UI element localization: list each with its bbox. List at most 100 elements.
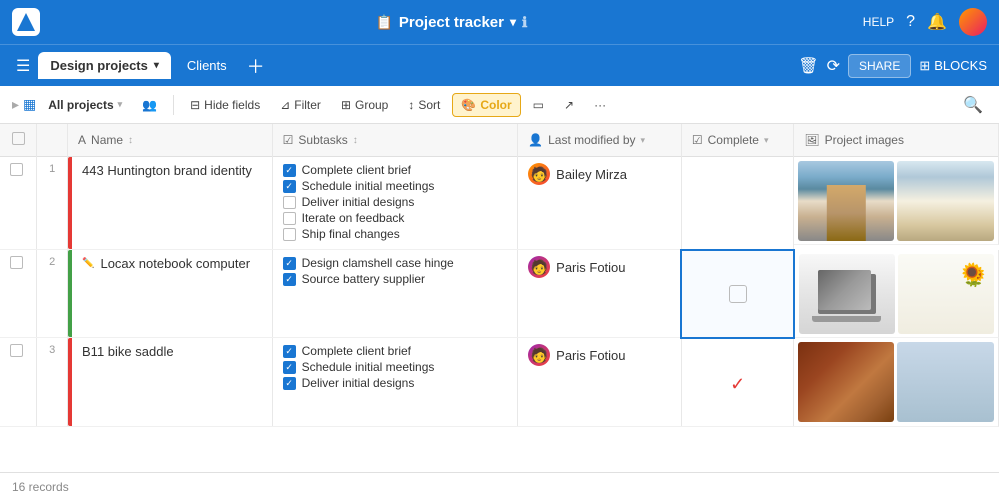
subtask-checkbox[interactable] — [283, 228, 296, 241]
table-row: 2 ✏️ Locax notebook computer Design clam… — [0, 250, 999, 338]
subtask-label: Complete client brief — [302, 344, 411, 358]
people-icon: 👥 — [142, 98, 157, 112]
header-modified-col[interactable]: 👤 Last modified by ▾ — [518, 124, 682, 157]
project-tracker-title: Project tracker — [399, 14, 504, 31]
row2-checkbox-cell — [0, 250, 37, 338]
row1-indicator — [68, 157, 72, 249]
complete-col-label: Complete — [708, 133, 759, 147]
row2-checkbox[interactable] — [10, 256, 23, 269]
search-button[interactable]: 🔍 — [959, 91, 987, 119]
grid-icon[interactable]: ▦ — [23, 96, 36, 113]
row2-num: 2 — [49, 256, 55, 268]
row1-image-1 — [798, 161, 894, 241]
subtask-item: Complete client brief — [283, 344, 508, 358]
tab-design-projects[interactable]: Design projects ▾ — [38, 52, 171, 79]
header-name-col[interactable]: A Name ↕ — [68, 124, 273, 157]
tab-design-dropdown[interactable]: ▾ — [154, 60, 159, 71]
name-col-label: Name — [91, 133, 123, 147]
app-logo[interactable] — [12, 8, 40, 36]
filter-button[interactable]: ⊿ Filter — [272, 94, 329, 116]
row1-name-cell[interactable]: 443 Huntington brand identity — [68, 157, 273, 250]
row2-complete-cell[interactable] — [681, 250, 794, 338]
row1-avatar: 🧑 — [528, 163, 550, 185]
subtasks-col-header: ☑ Subtasks ↕ — [283, 133, 508, 147]
group-label: Group — [355, 98, 388, 112]
subtask-checkbox[interactable] — [283, 257, 296, 270]
complete-col-header: ☑ Complete ▾ — [692, 133, 784, 147]
hamburger-button[interactable]: ☰ — [12, 52, 34, 80]
row1-num: 1 — [49, 163, 55, 175]
bell-icon[interactable]: 🔔 — [927, 12, 947, 32]
subtask-checkbox[interactable] — [283, 212, 296, 225]
group-button[interactable]: ⊞ Group — [333, 94, 396, 116]
subtask-checkbox[interactable] — [283, 361, 296, 374]
expand-icon[interactable]: ▸ — [12, 96, 19, 113]
more-options-button[interactable]: ··· — [586, 94, 614, 116]
sort-label: Sort — [418, 98, 440, 112]
subtask-checkbox[interactable] — [283, 196, 296, 209]
filter-label: Filter — [294, 98, 321, 112]
hide-icon: ⊟ — [190, 98, 200, 112]
row2-avatar: 🧑 — [528, 256, 550, 278]
people-icon-button[interactable]: 👥 — [134, 94, 165, 116]
add-tab-button[interactable]: ＋ — [243, 49, 269, 83]
subtask-checkbox[interactable] — [283, 180, 296, 193]
subtask-checkbox[interactable] — [283, 164, 296, 177]
search-icon: 🔍 — [963, 95, 983, 115]
row3-checkbox[interactable] — [10, 344, 23, 357]
table-row: 3 B11 bike saddle Complete client brief — [0, 338, 999, 427]
table-row: 1 443 Huntington brand identity Complete… — [0, 157, 999, 250]
title-dropdown-arrow[interactable]: ▾ — [510, 15, 516, 29]
sort-icon: ↕ — [408, 98, 414, 112]
row1-checkbox[interactable] — [10, 163, 23, 176]
row3-num-cell: 3 — [37, 338, 68, 427]
table-container[interactable]: A Name ↕ ☑ Subtasks ↕ — [0, 124, 999, 472]
subtask-checkbox[interactable] — [283, 273, 296, 286]
row2-complete-checkbox[interactable] — [729, 285, 747, 303]
row3-subtasks-cell: Complete client brief Schedule initial m… — [272, 338, 518, 427]
row2-modified-cell: 🧑 Paris Fotiou — [518, 250, 682, 338]
name-col-header: A Name ↕ — [78, 133, 262, 147]
nav-right: HELP ? 🔔 — [863, 8, 987, 36]
row3-avatar: 🧑 — [528, 344, 550, 366]
blocks-button[interactable]: ⊞ BLOCKS — [919, 58, 987, 74]
subtask-item: Deliver initial designs — [283, 376, 508, 390]
help-icon[interactable]: ? — [906, 13, 915, 31]
images-col-icon: 🖼 — [804, 133, 819, 147]
row2-name-cell[interactable]: ✏️ Locax notebook computer — [68, 250, 273, 338]
flower-decoration: 🌻 — [958, 262, 985, 288]
trash-icon[interactable]: 🗑 — [798, 56, 818, 76]
header-images-col[interactable]: 🖼 Project images — [794, 124, 999, 157]
layout-toggle-button[interactable]: ▭ — [525, 94, 552, 116]
tab-clients[interactable]: Clients — [175, 52, 239, 79]
all-projects-button[interactable]: All projects ▾ — [40, 94, 130, 116]
header-subtasks-col[interactable]: ☑ Subtasks ↕ — [272, 124, 518, 157]
modified-col-label: Last modified by — [548, 133, 635, 147]
select-all-checkbox[interactable] — [12, 132, 25, 145]
help-label[interactable]: HELP — [863, 15, 894, 29]
color-icon: 🎨 — [461, 98, 476, 112]
share-button[interactable]: SHARE — [848, 54, 911, 78]
row1-images-cell — [794, 157, 998, 245]
row2-name-container: ✏️ Locax notebook computer — [82, 256, 262, 271]
hide-fields-button[interactable]: ⊟ Hide fields — [182, 94, 268, 116]
color-button[interactable]: 🎨 Color — [452, 93, 520, 117]
name-sort-icon: ↕ — [128, 135, 133, 146]
row1-subtasks-cell: Complete client brief Schedule initial m… — [272, 157, 518, 250]
row3-name: B11 bike saddle — [82, 344, 174, 359]
row3-checkbox-cell — [0, 338, 37, 427]
history-icon[interactable]: ⟳ — [827, 56, 840, 76]
nav-left — [12, 8, 40, 36]
sort-button[interactable]: ↕ Sort — [400, 94, 448, 116]
subtask-checkbox[interactable] — [283, 377, 296, 390]
share-view-button[interactable]: ↗ — [556, 94, 582, 116]
info-icon[interactable]: ℹ — [522, 14, 527, 31]
subtask-label: Iterate on feedback — [302, 211, 405, 225]
blocks-label: BLOCKS — [934, 58, 987, 73]
header-complete-col[interactable]: ☑ Complete ▾ — [681, 124, 794, 157]
subtask-checkbox[interactable] — [283, 345, 296, 358]
row1-image-2 — [897, 161, 993, 241]
row3-name-cell[interactable]: B11 bike saddle — [68, 338, 273, 427]
row2-user: 🧑 Paris Fotiou — [528, 256, 670, 278]
user-avatar[interactable] — [959, 8, 987, 36]
